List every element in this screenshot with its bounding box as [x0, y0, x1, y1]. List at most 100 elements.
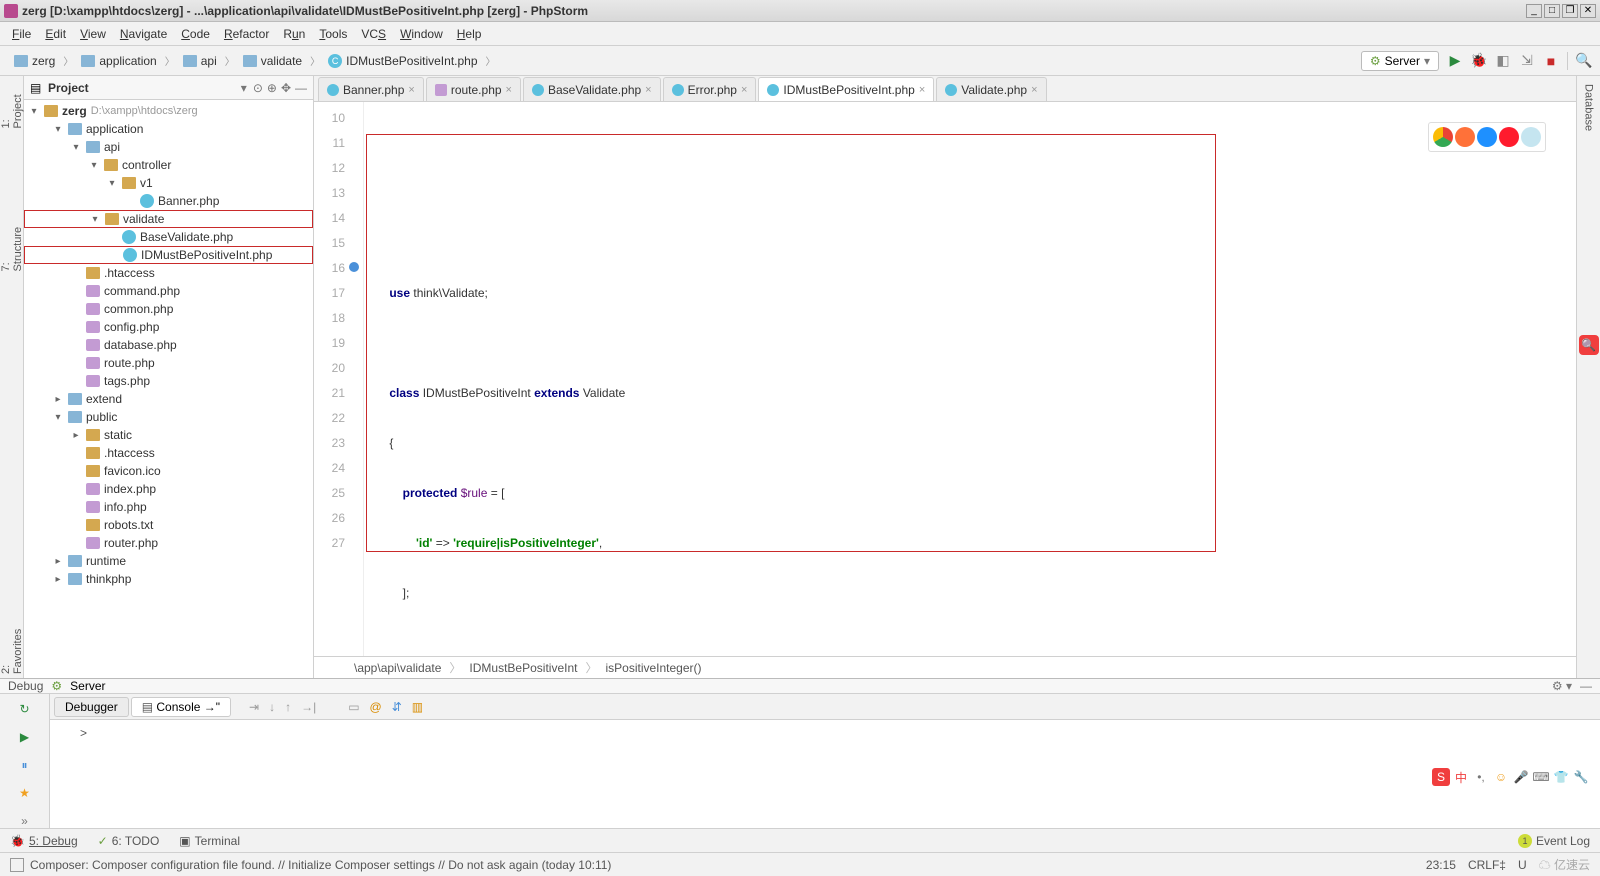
menu-vcs[interactable]: VCS	[355, 25, 392, 43]
resume-icon[interactable]: ▶	[16, 728, 34, 746]
menu-refactor[interactable]: Refactor	[218, 25, 275, 43]
tab-structure[interactable]: 7: Structure	[0, 213, 26, 275]
menu-code[interactable]: Code	[175, 25, 216, 43]
step-out-icon[interactable]: ↑	[281, 700, 295, 714]
menu-tools[interactable]: Tools	[313, 25, 353, 43]
close-tab-icon[interactable]: ×	[506, 84, 512, 96]
menu-run[interactable]: Run	[277, 25, 311, 43]
line-separator[interactable]: CRLF‡	[1468, 858, 1506, 872]
chrome-icon[interactable]	[1433, 127, 1453, 147]
tree-node[interactable]: common.php	[24, 300, 313, 318]
locate-icon[interactable]: ⊕	[267, 81, 277, 95]
bottom-debug[interactable]: 🐞5: Debug	[10, 834, 78, 848]
filter-icon[interactable]: ⇵	[388, 700, 406, 714]
tree-node[interactable]: ▸thinkphp	[24, 570, 313, 588]
crumb-file[interactable]: CIDMustBePositiveInt.php	[322, 52, 483, 70]
debug-console[interactable]: >	[50, 720, 1600, 830]
menu-window[interactable]: Window	[394, 25, 449, 43]
tree-node[interactable]: ▸extend	[24, 390, 313, 408]
ime-tool-icon[interactable]: 🔧	[1572, 768, 1590, 786]
maximize-button[interactable]: □	[1544, 4, 1560, 18]
menu-help[interactable]: Help	[451, 25, 488, 43]
tree-node[interactable]: index.php	[24, 480, 313, 498]
crumb-class[interactable]: IDMustBePositiveInt	[469, 661, 577, 675]
encoding[interactable]: U	[1518, 858, 1527, 872]
crumb-api[interactable]: api	[177, 52, 223, 70]
close-button[interactable]: ✕	[1580, 4, 1596, 18]
attach-icon[interactable]: ⇲	[1519, 53, 1535, 69]
hide-icon[interactable]: —	[295, 81, 307, 95]
project-tree[interactable]: ▾zergD:\xampp\htdocs\zerg▾application▾ap…	[24, 100, 313, 678]
tree-node[interactable]: ▾application	[24, 120, 313, 138]
gear-icon[interactable]: ⚙ ▾	[1552, 679, 1572, 693]
tree-node[interactable]: ▾public	[24, 408, 313, 426]
close-tab-icon[interactable]: ×	[919, 84, 925, 96]
ime-skin-icon[interactable]: 👕	[1552, 768, 1570, 786]
menu-view[interactable]: View	[74, 25, 112, 43]
tab-database[interactable]: Database	[1581, 80, 1597, 135]
tree-node[interactable]: ▾v1	[24, 174, 313, 192]
tree-node[interactable]: IDMustBePositiveInt.php	[24, 246, 313, 264]
ime-kb-icon[interactable]: ⌨	[1532, 768, 1550, 786]
close-tab-icon[interactable]: ×	[1031, 84, 1037, 96]
tree-node[interactable]: info.php	[24, 498, 313, 516]
collapse-icon[interactable]: ⊙	[253, 81, 263, 95]
tree-node[interactable]: tags.php	[24, 372, 313, 390]
crumb-validate[interactable]: validate	[237, 52, 308, 70]
close-tab-icon[interactable]: ×	[645, 84, 651, 96]
editor-tab[interactable]: route.php×	[426, 77, 521, 101]
rerun-icon[interactable]: ↻	[16, 700, 34, 718]
gutter[interactable]: 101112131415161718192021222324252627	[314, 102, 364, 656]
safari-icon[interactable]	[1477, 127, 1497, 147]
tree-node[interactable]: ▸runtime	[24, 552, 313, 570]
ime-emoji-icon[interactable]: ☺	[1492, 768, 1510, 786]
bottom-terminal[interactable]: ▣Terminal	[179, 834, 240, 848]
ime-mic-icon[interactable]: 🎤	[1512, 768, 1530, 786]
tree-node[interactable]: favicon.ico	[24, 462, 313, 480]
stop-icon[interactable]: ■	[1543, 53, 1559, 69]
run-to-cursor-icon[interactable]: →|	[297, 700, 320, 714]
edge-icon[interactable]	[1521, 127, 1541, 147]
menu-file[interactable]: FFileile	[6, 25, 37, 43]
run-icon[interactable]: ▶	[1447, 53, 1463, 69]
step-over-icon[interactable]: ⇥	[245, 700, 263, 714]
tree-node[interactable]: router.php	[24, 534, 313, 552]
crumb-namespace[interactable]: \app\api\validate	[354, 661, 441, 675]
tree-node[interactable]: .htaccess	[24, 444, 313, 462]
coverage-icon[interactable]: ◧	[1495, 53, 1511, 69]
tab-project[interactable]: 1: Project	[0, 80, 26, 133]
pause-icon[interactable]: ⏸	[16, 756, 34, 774]
tree-node[interactable]: ▸static	[24, 426, 313, 444]
tab-debugger[interactable]: Debugger	[54, 697, 129, 717]
editor-tab[interactable]: Validate.php×	[936, 77, 1046, 101]
tab-favorites[interactable]: 2: Favorites	[0, 615, 26, 678]
run-config-dropdown[interactable]: ⚙Server▾	[1361, 51, 1439, 71]
debug-icon[interactable]: 🐞	[1471, 53, 1487, 69]
book-icon[interactable]: ▥	[408, 700, 427, 714]
tree-node[interactable]: .htaccess	[24, 264, 313, 282]
ime-punct-icon[interactable]: •,	[1472, 768, 1490, 786]
minimize-panel-icon[interactable]: —	[1580, 679, 1592, 693]
search-icon[interactable]: 🔍	[1576, 53, 1592, 69]
tree-node[interactable]: config.php	[24, 318, 313, 336]
tree-node[interactable]: Banner.php	[24, 192, 313, 210]
firefox-icon[interactable]	[1455, 127, 1475, 147]
tree-node[interactable]: ▾api	[24, 138, 313, 156]
close-tab-icon[interactable]: ×	[741, 84, 747, 96]
search-tool-icon[interactable]: 🔍	[1579, 335, 1599, 355]
opera-icon[interactable]	[1499, 127, 1519, 147]
tree-root[interactable]: ▾zergD:\xampp\htdocs\zerg	[24, 102, 313, 120]
eval-icon[interactable]: ▭	[344, 700, 363, 714]
tree-node[interactable]: robots.txt	[24, 516, 313, 534]
bottom-todo[interactable]: ✓6: TODO	[98, 834, 160, 848]
crumb-application[interactable]: application	[75, 52, 162, 70]
editor-tab[interactable]: BaseValidate.php×	[523, 77, 661, 101]
close-tab-icon[interactable]: ×	[408, 84, 414, 96]
minimize-button[interactable]: _	[1526, 4, 1542, 18]
restore-button[interactable]: ❐	[1562, 4, 1578, 18]
status-icon[interactable]	[10, 858, 24, 872]
crumb-zerg[interactable]: zerg	[8, 52, 61, 70]
star-icon[interactable]: ★	[16, 784, 34, 802]
at-icon[interactable]: @	[366, 700, 386, 714]
menu-edit[interactable]: Edit	[39, 25, 72, 43]
